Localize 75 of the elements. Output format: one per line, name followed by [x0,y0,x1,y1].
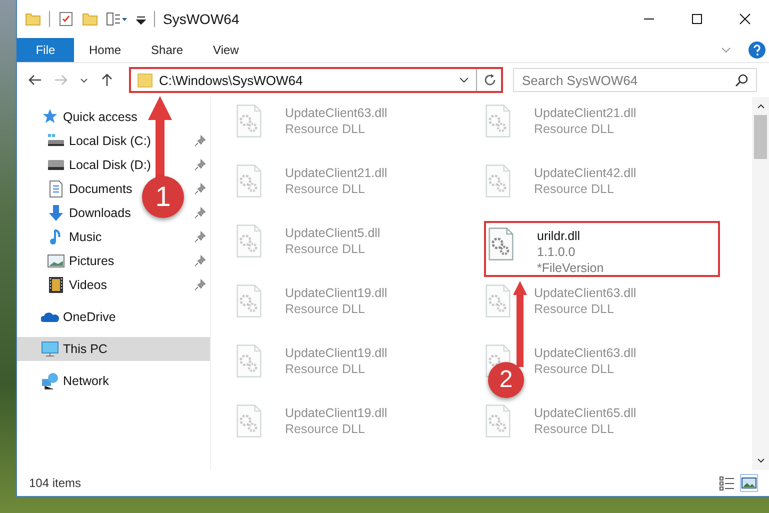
help-icon[interactable] [748,41,766,59]
file-tab[interactable]: File [17,38,74,62]
search-field[interactable]: Search SysWOW64 [513,68,757,92]
file-detail: Resource DLL [534,301,615,317]
file-name: UpdateClient65.dll [534,405,636,421]
file-name: UpdateClient19.dll [285,285,388,301]
file-detail: Resource DLL [534,421,615,437]
scrollbar-thumb[interactable] [754,115,767,159]
star-icon [41,108,59,126]
folder-icon[interactable] [25,11,41,27]
file-detail: Resource DLL [285,181,366,197]
file-detail: Resource DLL [285,361,366,377]
file-name: UpdateClient21.dll [285,165,388,181]
file-name: UpdateClient19.dll [285,345,388,361]
pin-icon[interactable] [194,231,206,243]
view-dropdown-icon[interactable] [106,11,128,27]
file-detail: Resource DLL [285,421,366,437]
pin-icon[interactable] [194,279,206,291]
sidebar-item[interactable]: Videos [17,273,111,297]
file-name: UpdateClient19.dll [285,405,388,421]
film-icon [47,276,65,294]
file-name: UpdateClient42.dll [534,165,636,181]
file-name: urildr.dll [537,228,582,244]
file-name: UpdateClient63.dll [534,345,636,361]
sidebar-item[interactable]: Pictures [17,249,118,273]
pin-icon[interactable] [194,135,206,147]
pin-icon[interactable] [194,255,206,267]
maximize-icon [691,13,703,25]
file-detail: *FileVersion [537,260,604,276]
minimize-icon [643,18,655,20]
file-name: UpdateClient5.dll [285,225,380,241]
file-detail: Resource DLL [285,241,366,257]
monitor-icon [41,340,59,358]
close-icon [739,13,751,25]
picture-icon [47,252,65,270]
details-view-icon[interactable] [719,475,735,491]
sidebar-item[interactable]: Local Disk (C:) [17,129,155,153]
address-bar[interactable]: C:\Windows\SysWOW64 [129,67,503,93]
pin-icon[interactable] [194,207,206,219]
window-title: SysWOW64 [163,11,240,27]
file-detail: Resource DLL [285,301,366,317]
ribbon-tab[interactable]: Home [74,38,136,62]
large-icons-view-icon[interactable] [741,475,757,491]
properties-icon[interactable] [58,11,74,27]
sidebar-item[interactable]: Music [17,225,106,249]
sidebar-item[interactable]: OneDrive [17,305,210,329]
search-icon [735,73,749,87]
folder-icon [137,72,153,88]
sidebar-item[interactable]: Local Disk (D:) [17,153,155,177]
document-icon [47,180,65,198]
pin-icon[interactable] [194,183,206,195]
refresh-icon[interactable] [483,73,497,87]
sidebar-item[interactable]: Quick access [17,105,210,129]
file-name: UpdateClient21.dll [534,105,636,121]
highlighted-file-item[interactable]: urildr.dll 1.1.0.0 *FileVersion [484,221,720,277]
file-detail: Resource DLL [534,181,615,197]
file-detail: 1.1.0.0 [537,244,576,260]
sidebar-item[interactable]: This PC [17,337,210,361]
file-detail: Resource DLL [285,121,366,137]
down-arrow-icon [47,204,65,222]
vertical-scrollbar[interactable] [752,97,769,470]
file-name: UpdateClient63.dll [534,285,636,301]
file-name: UpdateClient63.dll [285,105,388,121]
pin-icon[interactable] [194,159,206,171]
ribbon-tab[interactable]: Share [136,38,198,62]
network-icon [41,372,59,390]
address-path: C:\Windows\SysWOW64 [159,72,304,88]
sidebar-item[interactable]: Downloads [17,201,135,225]
item-count: 104 items [29,476,82,490]
sidebar-item[interactable]: Network [17,369,210,393]
file-detail: Resource DLL [534,361,615,377]
file-detail: Resource DLL [534,121,615,137]
ribbon-tab[interactable]: View [198,38,254,62]
new-folder-icon[interactable] [82,11,98,27]
sidebar-item[interactable]: Documents [17,177,136,201]
